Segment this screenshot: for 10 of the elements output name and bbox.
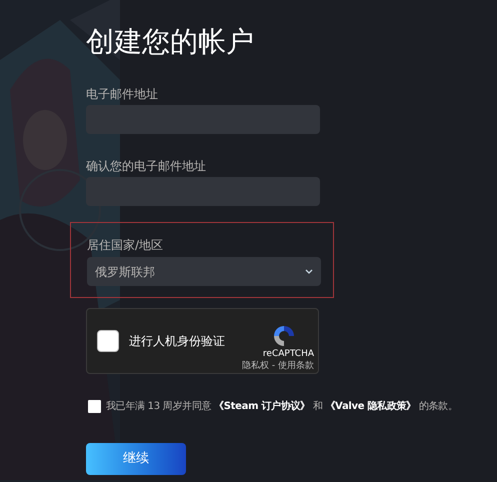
captcha-brand: reCAPTCHA	[262, 348, 314, 360]
field-label: 居住国家/地区	[87, 237, 164, 253]
page-title: 创建您的帐户	[86, 24, 255, 60]
captcha-label: 进行人机身份验证	[129, 333, 226, 350]
field-label: 电子邮件地址	[86, 86, 159, 102]
continue-button[interactable]: 继续	[86, 443, 186, 475]
captcha-links[interactable]: 隐私权 - 使用条款	[242, 360, 314, 372]
field-label: 确认您的电子邮件地址	[86, 158, 207, 174]
agreement-text: 我已年满 13 周岁并同意 《Steam 订户协议》 和 《Valve 隐私政策》 的条款。	[106, 399, 458, 414]
country-select[interactable]: 俄罗斯联邦	[87, 257, 321, 286]
